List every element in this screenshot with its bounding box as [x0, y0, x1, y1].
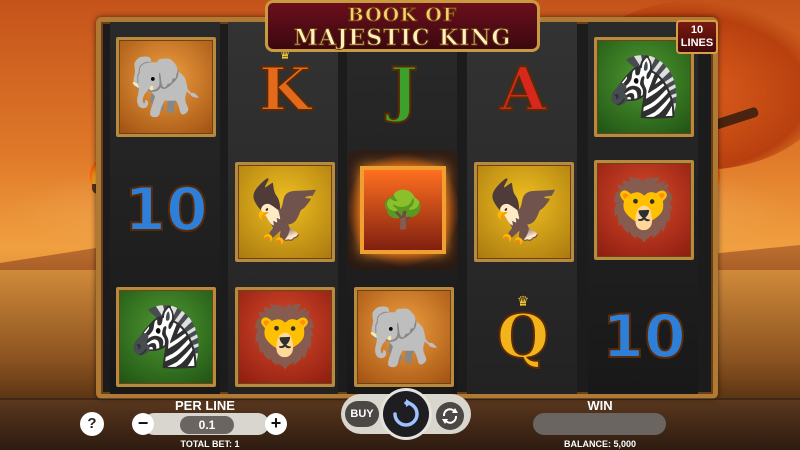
autoplay-icon	[442, 408, 458, 424]
buy-feature-button[interactable]: BUY	[345, 401, 379, 427]
elephant-symbol: 🐘	[116, 37, 216, 137]
book-scatter-symbol: 🌳	[348, 150, 458, 270]
ten-label: 10	[123, 174, 208, 246]
jack-symbol: J	[354, 40, 454, 140]
lines-count: 10	[690, 24, 704, 36]
balance-text: BALANCE: 5,000	[563, 439, 637, 449]
vulture-symbol: 🦅	[235, 162, 335, 262]
ace-symbol: A	[473, 40, 573, 140]
spin-button[interactable]	[383, 391, 429, 437]
crown-icon: ♛	[516, 293, 530, 309]
game-logo: BOOK OF MAJESTIC KING	[265, 0, 540, 52]
jack-label: J	[389, 54, 419, 126]
autoplay-button[interactable]	[436, 402, 464, 430]
queen-label: Q	[496, 301, 550, 373]
per-line-label: PER LINE	[175, 398, 235, 413]
spin-icon	[393, 399, 419, 427]
book-icon: 🌳	[360, 166, 446, 254]
king-label: K	[258, 54, 312, 126]
queen-symbol: ♛ Q	[473, 287, 573, 387]
lines-label: LINES	[680, 37, 714, 49]
king-symbol: ♛ K	[235, 40, 335, 140]
win-display	[533, 413, 666, 435]
vulture-symbol: 🦅	[474, 162, 574, 262]
total-bet-text: TOTAL BET: 1	[180, 439, 240, 449]
lion-symbol: 🦁	[594, 160, 694, 260]
ace-label: A	[499, 54, 548, 126]
ten-symbol: 10	[116, 160, 216, 260]
lines-badge: 10 LINES	[676, 20, 718, 54]
win-label: WIN	[587, 398, 613, 413]
increase-bet-button[interactable]: +	[265, 413, 287, 435]
per-line-value: 0.1	[180, 416, 234, 434]
logo-line-2: MAJESTIC KING	[293, 25, 512, 51]
ten-symbol: 10	[594, 287, 694, 387]
logo-line-1: BOOK OF	[347, 4, 458, 27]
decrease-bet-button[interactable]: −	[132, 413, 154, 435]
ten-label: 10	[601, 301, 686, 373]
zebra-symbol: 🦓	[116, 287, 216, 387]
help-button[interactable]: ?	[80, 412, 104, 436]
elephant-symbol: 🐘	[354, 287, 454, 387]
lion-symbol: 🦁	[235, 287, 335, 387]
